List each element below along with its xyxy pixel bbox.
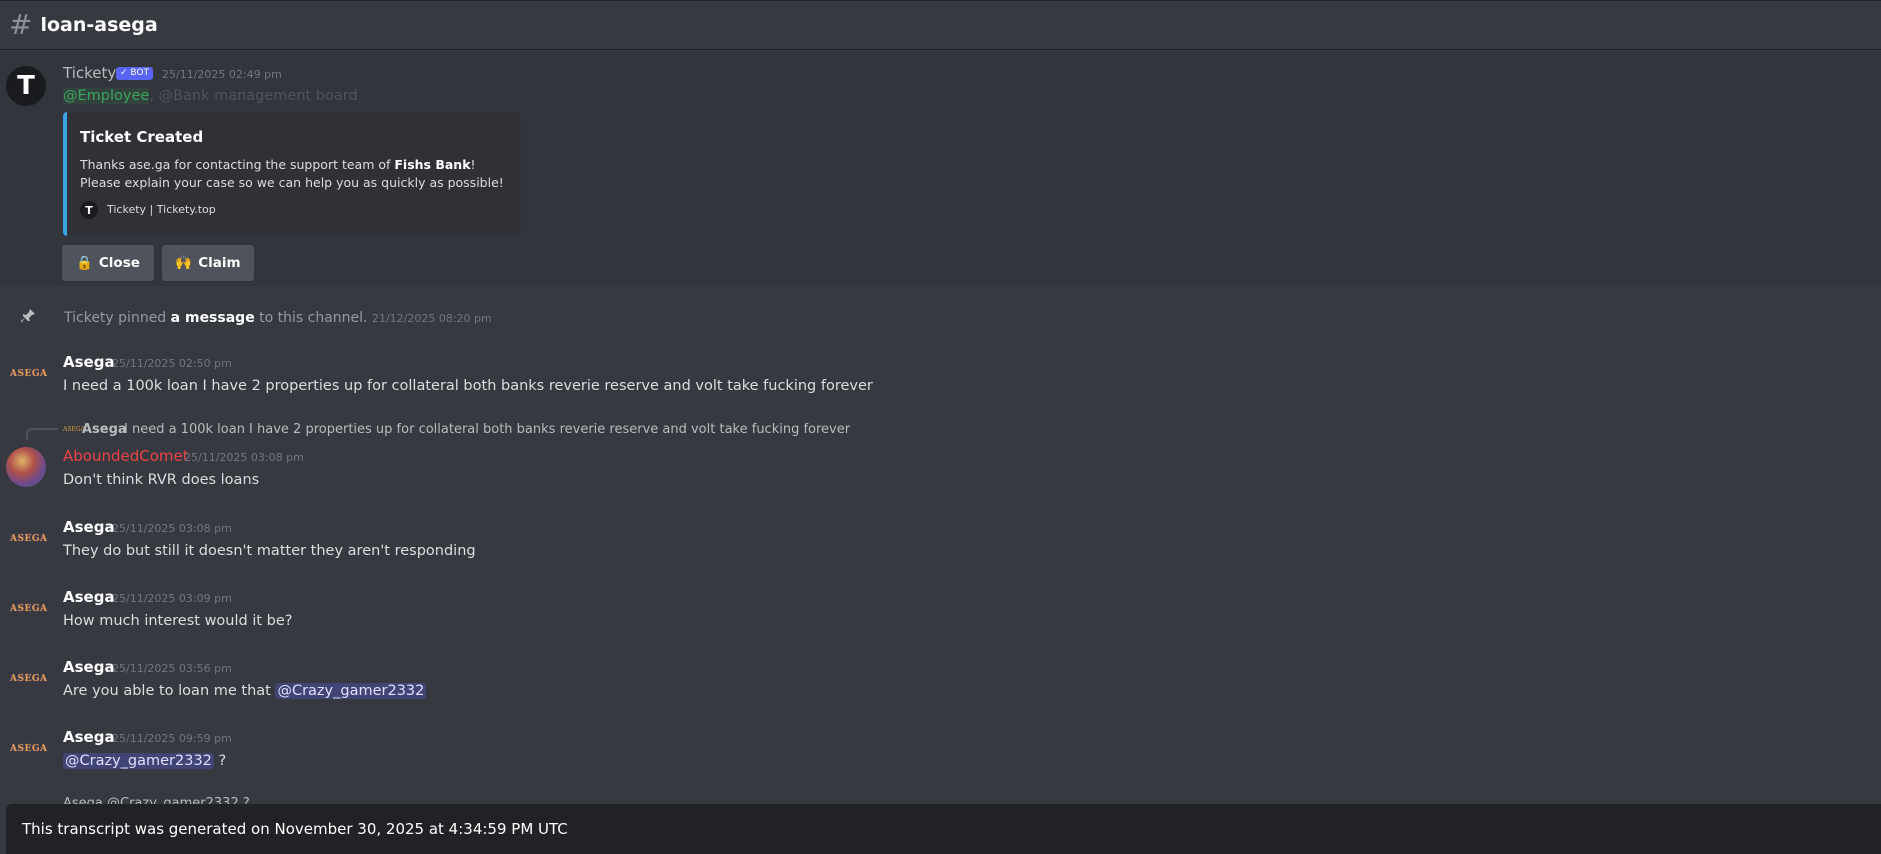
- pin-notice: Tickety pinned a message to this channel…: [64, 310, 492, 326]
- lock-icon: 🔒: [76, 255, 93, 271]
- message-text: Don't think RVR does loans: [63, 472, 260, 488]
- message-text: I need a 100k loan I have 2 properties u…: [63, 378, 873, 394]
- reply-connector: [26, 428, 58, 440]
- channel-name: loan-asega: [40, 14, 158, 36]
- tickety-footer-icon: T: [80, 201, 98, 219]
- embed-line-2: Please explain your case so we can help …: [80, 175, 504, 190]
- ticket-embed: Ticket Created Thanks ase.ga for contact…: [63, 112, 521, 236]
- asega-avatar[interactable]: ASEGA: [10, 744, 47, 756]
- message-timestamp: 25/11/2025 03:08 pm: [184, 451, 304, 464]
- asega-avatar[interactable]: ASEGA: [10, 369, 47, 381]
- reply-author[interactable]: Asega: [82, 422, 127, 437]
- role-mention[interactable]: @Employee: [63, 88, 150, 104]
- asega-avatar[interactable]: ASEGA: [10, 534, 47, 546]
- message-timestamp: 25/11/2025 03:56 pm: [112, 662, 232, 675]
- close-ticket-button[interactable]: 🔒 Close: [62, 245, 154, 281]
- message-text: They do but still it doesn't matter they…: [63, 543, 476, 559]
- claim-ticket-button[interactable]: 🙌 Claim: [162, 245, 254, 281]
- message-timestamp: 25/11/2025 03:09 pm: [112, 592, 232, 605]
- message-timestamp: 25/11/2025 03:08 pm: [112, 522, 232, 535]
- user-mention[interactable]: @Crazy_gamer2332: [275, 683, 427, 699]
- asega-avatar[interactable]: ASEGA: [10, 674, 47, 686]
- mention-line: @Employee, @Bank management board: [63, 88, 358, 104]
- reply-preview[interactable]: I need a 100k loan I have 2 properties u…: [124, 422, 850, 437]
- embed-line-1: Thanks ase.ga for contacting the support…: [80, 157, 476, 172]
- bot-badge: ✓ BOT: [116, 67, 153, 80]
- author-name[interactable]: Asega: [63, 658, 115, 676]
- pin-timestamp: 21/12/2025 08:20 pm: [371, 312, 492, 325]
- user-mention[interactable]: @Crazy_gamer2332: [63, 753, 214, 769]
- message-text: @Crazy_gamer2332 ?: [63, 753, 227, 769]
- message-text: How much interest would it be?: [63, 613, 293, 629]
- embed-footer: Tickety | Tickety.top: [107, 203, 216, 216]
- message-text: Are you able to loan me that @Crazy_game…: [63, 683, 427, 699]
- message-timestamp: 25/11/2025 09:59 pm: [112, 732, 232, 745]
- author-name[interactable]: Asega: [63, 518, 115, 536]
- channel-header: # loan-asega: [0, 0, 1881, 50]
- embed-title: Ticket Created: [80, 128, 204, 146]
- author-name[interactable]: Asega: [63, 588, 115, 606]
- pin-icon: [20, 308, 36, 324]
- author-name[interactable]: Asega: [63, 728, 115, 746]
- author-name[interactable]: Tickety: [63, 64, 116, 82]
- raised-hands-icon: 🙌: [175, 255, 193, 271]
- faded-mention: , @Bank management board: [149, 88, 358, 104]
- asega-avatar[interactable]: ASEGA: [10, 604, 47, 616]
- tickety-avatar[interactable]: T: [6, 66, 46, 106]
- message-timestamp: 25/11/2025 02:49 pm: [162, 68, 282, 81]
- bank-name: Fishs Bank: [394, 157, 471, 172]
- hashtag-icon: #: [9, 8, 33, 41]
- transcript-footer: This transcript was generated on Novembe…: [6, 804, 1881, 854]
- author-name[interactable]: AboundedComet: [63, 447, 189, 465]
- pin-author[interactable]: Tickety: [64, 310, 114, 326]
- pinned-message-link[interactable]: a message: [171, 310, 255, 326]
- author-name[interactable]: Asega: [63, 353, 115, 371]
- message-timestamp: 25/11/2025 02:50 pm: [112, 357, 232, 370]
- abounded-comet-avatar[interactable]: [6, 447, 46, 487]
